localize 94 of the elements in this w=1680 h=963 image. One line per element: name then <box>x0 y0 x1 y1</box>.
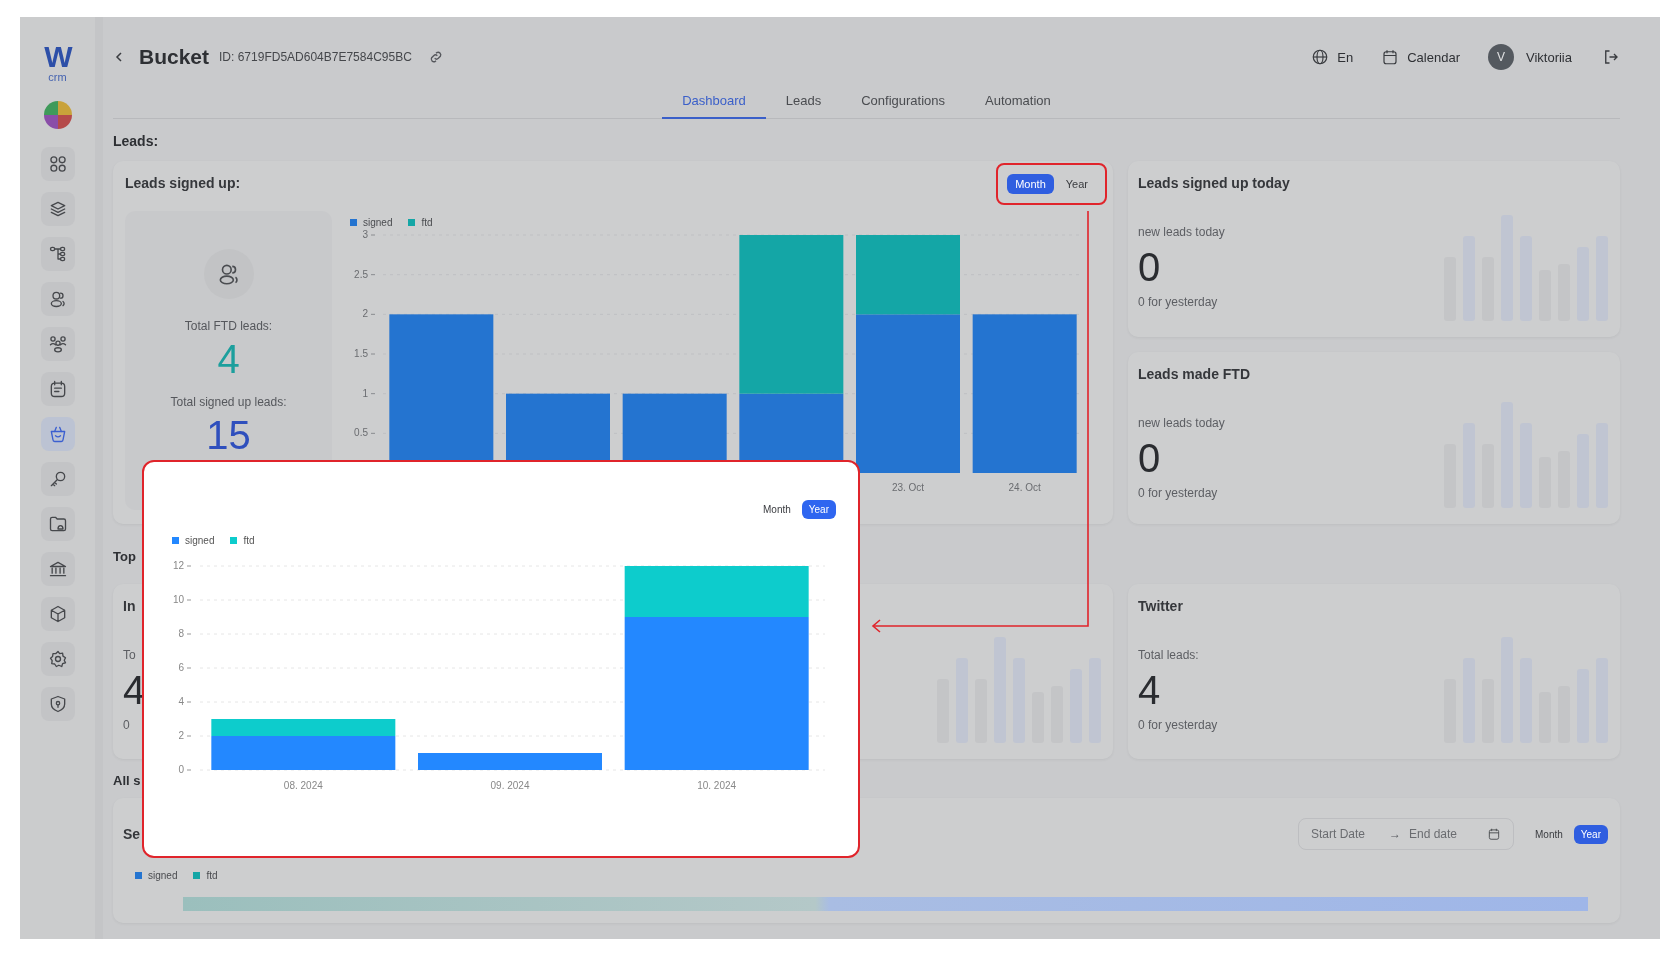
logo-letter: W <box>44 42 71 72</box>
legend-item: signed <box>135 870 178 881</box>
y-tick-label: 6 <box>178 662 184 673</box>
user-name[interactable]: Viktoriia <box>1526 49 1572 65</box>
stat-value: 4 <box>123 668 146 712</box>
period-toggle[interactable]: Year <box>1057 174 1096 194</box>
stat-label: new leads today <box>1138 225 1226 239</box>
section-title: All s <box>113 773 141 788</box>
y-tick-label: 2.5 <box>354 268 368 280</box>
end-date-field[interactable]: End date <box>1409 827 1479 841</box>
card-title: Twitter <box>1138 598 1184 614</box>
tab[interactable]: Configurations <box>841 93 966 119</box>
y-tick-label: 2 <box>362 308 368 320</box>
group-icon <box>47 334 68 354</box>
sidebar-item[interactable] <box>40 462 75 496</box>
card-title: Leads signed up today <box>1138 175 1290 191</box>
stat-value: 4 <box>1138 668 1162 712</box>
language-button[interactable]: En <box>1311 48 1354 66</box>
hierarchy-icon <box>47 244 68 264</box>
period-toggle[interactable]: Year <box>1573 824 1608 844</box>
period-toggle[interactable]: Month <box>1007 174 1054 194</box>
tab[interactable]: Dashboard <box>662 93 766 119</box>
sidebar-item[interactable] <box>40 327 75 361</box>
y-tick-label: 10 <box>172 594 184 605</box>
total-ftd-value: 4 <box>217 337 240 381</box>
sidebar-item[interactable] <box>40 417 75 451</box>
y-tick-label: 12 <box>172 560 184 571</box>
legend-item: signed <box>172 535 215 546</box>
sidebar-item[interactable] <box>40 372 75 406</box>
grid-icon <box>47 154 68 174</box>
logout-icon[interactable] <box>1602 48 1620 66</box>
card-title: Leads signed up: <box>125 175 241 191</box>
stat-label: new leads today <box>1138 416 1226 430</box>
section-title: Leads: <box>113 133 160 149</box>
globe-icon <box>1311 48 1330 66</box>
period-toggle[interactable]: Year <box>801 500 836 519</box>
stat-value: 0 <box>1138 245 1162 289</box>
start-date-field[interactable]: Start Date <box>1311 827 1381 841</box>
sidebar-item[interactable] <box>40 687 75 721</box>
stat-footnote: 0 for yesterday <box>1138 486 1219 500</box>
y-tick-label: 3 <box>362 229 368 240</box>
total-ftd-label: Total FTD leads: <box>184 319 273 333</box>
sidebar-item[interactable] <box>40 282 75 316</box>
folder-icon <box>47 514 68 534</box>
sidebar-item[interactable] <box>40 147 75 181</box>
sidebar-item[interactable] <box>40 507 75 541</box>
section-title: Top <box>113 549 136 564</box>
legend-item: ftd <box>193 870 218 881</box>
x-tick-label: 09. 2024 <box>490 780 530 791</box>
legend-item: ftd <box>230 535 255 546</box>
logo-caption: crm <box>48 72 67 83</box>
calendar-icon <box>1381 48 1400 66</box>
y-tick-label: 1 <box>362 387 368 399</box>
page-title: Bucket <box>139 45 210 69</box>
x-tick-label: 10. 2024 <box>697 780 737 791</box>
x-tick-label: 24. Oct <box>1008 482 1041 493</box>
legend-item: signed <box>350 217 393 228</box>
card-title: Leads made FTD <box>1138 366 1251 382</box>
bank-icon <box>47 559 68 579</box>
tab[interactable]: Leads <box>765 93 842 119</box>
stat-footnote: 0 for yesterday <box>1138 295 1219 309</box>
x-tick-label: 08. 2024 <box>283 780 323 791</box>
x-tick-label: 23. Oct <box>891 482 925 493</box>
period-toggle[interactable]: Month <box>1528 824 1570 844</box>
total-signed-label: Total signed up leads: <box>170 395 287 409</box>
back-icon[interactable] <box>113 51 125 63</box>
stat-footnote: 0 for yesterday <box>1138 718 1218 732</box>
color-wheel-icon[interactable] <box>41 99 74 131</box>
card-title: In <box>123 598 137 614</box>
tab[interactable]: Automation <box>965 93 1071 119</box>
y-tick-label: 1.5 <box>354 348 368 359</box>
card-title: Se <box>123 826 141 842</box>
stat-footnote: 0 <box>123 718 131 732</box>
stat-label: Total leads: <box>1138 648 1200 662</box>
sidebar-item[interactable] <box>40 597 75 631</box>
calendar-button[interactable]: Calendar <box>1381 48 1460 66</box>
y-tick-label: 2 <box>178 730 184 741</box>
sidebar-item[interactable] <box>40 552 75 586</box>
y-tick-label: 0 <box>178 764 184 775</box>
legend-item: ftd <box>408 217 433 228</box>
stat-label: To <box>123 648 137 662</box>
sidebar-item[interactable] <box>40 192 75 226</box>
stat-value: 0 <box>1138 436 1162 480</box>
total-signed-value: 15 <box>206 413 251 457</box>
y-tick-label: 0.5 <box>354 427 368 439</box>
range-arrow: → <box>1389 827 1401 841</box>
y-tick-label: 4 <box>178 696 184 707</box>
sidebar-item[interactable] <box>40 642 75 676</box>
settings-icon <box>47 649 68 669</box>
period-toggle[interactable]: Month <box>756 500 798 519</box>
sidebar-item[interactable] <box>40 237 75 271</box>
y-tick-label: 8 <box>178 628 184 639</box>
bucket-id: ID: 6719FD5AD604B7E7584C95BC <box>219 50 412 64</box>
user-avatar[interactable]: V <box>1488 44 1514 70</box>
